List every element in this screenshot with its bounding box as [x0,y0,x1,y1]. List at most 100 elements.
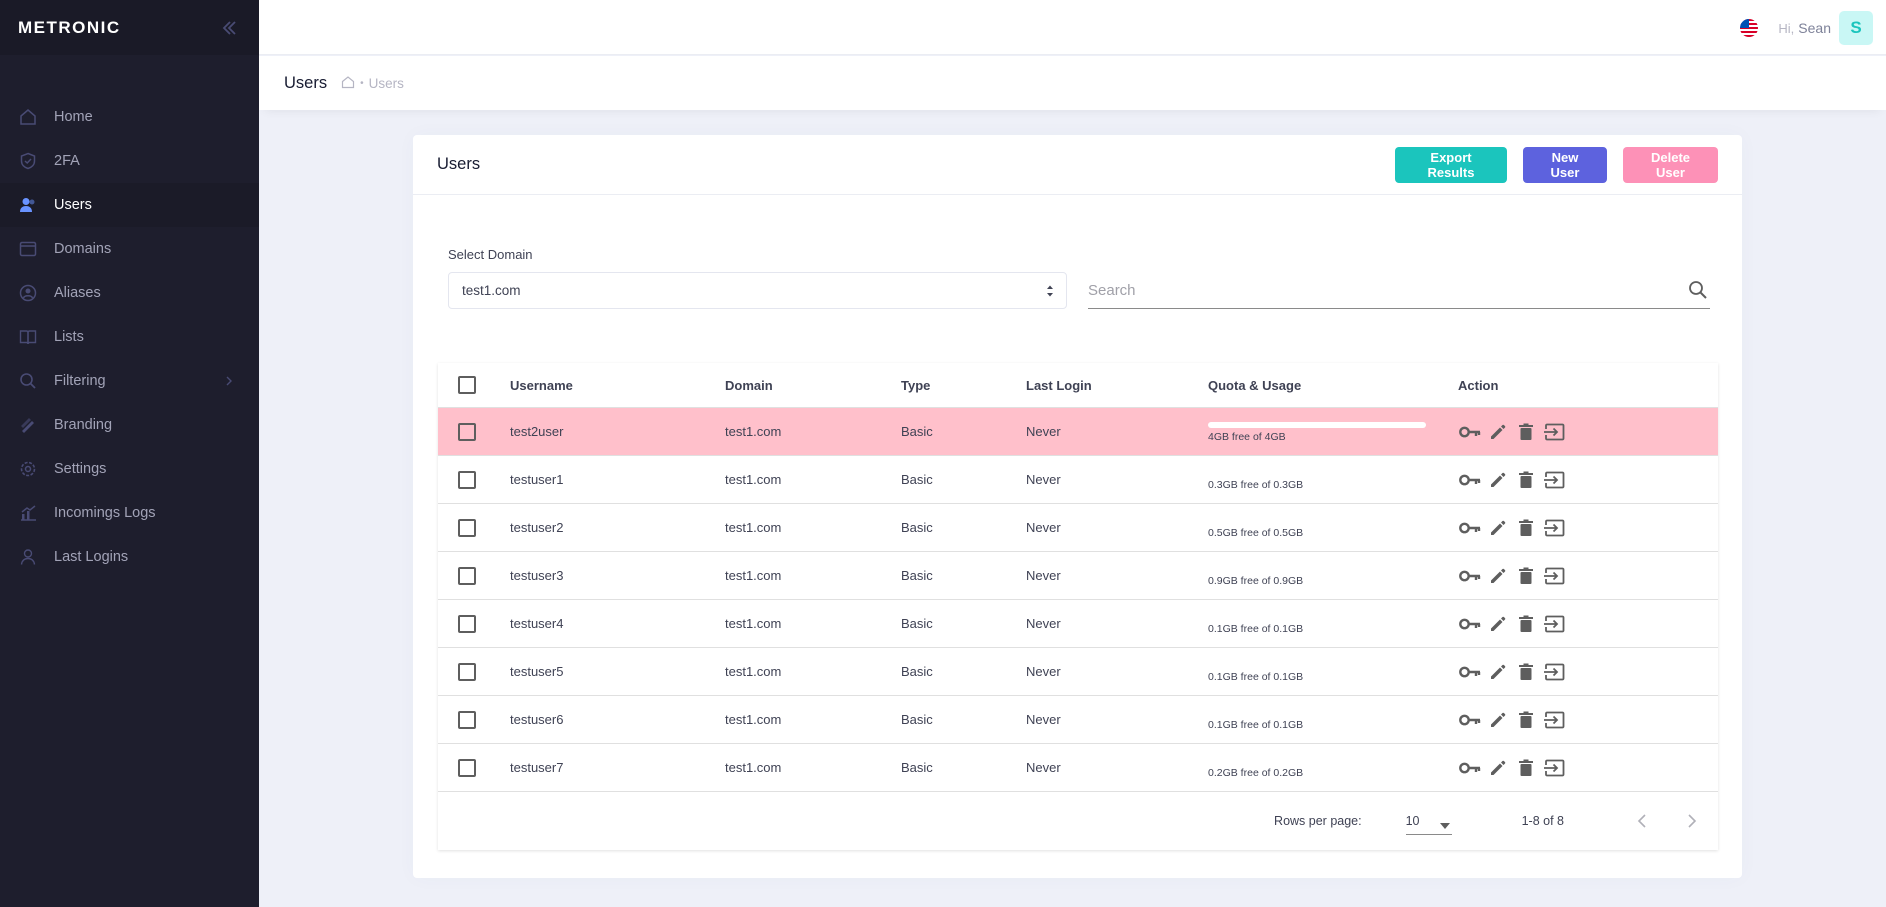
edit-icon[interactable] [1486,516,1510,540]
row-checkbox[interactable] [458,662,476,681]
move-domain-icon[interactable] [1542,564,1566,588]
sidebar-item-label: Branding [54,417,113,433]
move-domain-icon[interactable] [1542,612,1566,636]
table-row[interactable]: testuser3 test1.com Basic Never 0.9GB fr… [438,552,1718,600]
type-cell: Basic [901,568,933,583]
select-all-checkbox[interactable] [458,376,476,394]
row-checkbox[interactable] [458,758,476,777]
table-row[interactable]: testuser2 test1.com Basic Never 0.5GB fr… [438,504,1718,552]
rows-per-page-select[interactable]: 10 [1405,807,1452,835]
sidebar-item-users[interactable]: Users [0,183,259,227]
delete-icon[interactable] [1514,660,1538,684]
delete-icon[interactable] [1514,420,1538,444]
delete-icon[interactable] [1514,612,1538,636]
type-cell: Basic [901,712,933,727]
breadcrumb-home-icon[interactable] [341,75,355,92]
edit-icon[interactable] [1486,564,1510,588]
top-header: Hi, Sean S [259,0,1886,55]
table-row[interactable]: testuser4 test1.com Basic Never 0.1GB fr… [438,600,1718,648]
last-login-cell: Never [1026,664,1061,679]
table-row[interactable]: test2user test1.com Basic Never 4GB free… [438,408,1718,456]
move-domain-icon[interactable] [1542,516,1566,540]
table-row[interactable]: testuser1 test1.com Basic Never 0.3GB fr… [438,456,1718,504]
delete-icon[interactable] [1514,708,1538,732]
user-name[interactable]: Sean [1798,20,1831,36]
column-header-username[interactable]: Username [510,378,725,393]
edit-icon[interactable] [1486,708,1510,732]
key-icon[interactable] [1458,660,1482,684]
type-cell: Basic [901,472,933,487]
move-domain-icon[interactable] [1542,468,1566,492]
username-cell: testuser5 [510,664,564,679]
key-icon[interactable] [1458,420,1482,444]
sidebar-item-lists[interactable]: Lists [0,315,259,359]
quota-cell: 0.2GB free of 0.2GB [1208,756,1458,779]
new-user-button[interactable]: New User [1523,147,1607,183]
column-header-type[interactable]: Type [901,378,1026,393]
quota-progress-bar [1208,614,1426,620]
sidebar-item-last-logins[interactable]: Last Logins [0,535,259,579]
key-icon[interactable] [1458,564,1482,588]
window-icon [18,239,38,259]
row-checkbox[interactable] [458,710,476,729]
table-row[interactable]: testuser5 test1.com Basic Never 0.1GB fr… [438,648,1718,696]
edit-icon[interactable] [1486,612,1510,636]
domain-select-value: test1.com [462,283,521,298]
column-header-domain[interactable]: Domain [725,378,901,393]
sidebar-item-branding[interactable]: Branding [0,403,259,447]
sidebar-item-incomings-logs[interactable]: Incomings Logs [0,491,259,535]
chevron-right-icon [225,374,233,390]
last-login-cell: Never [1026,472,1061,487]
sidebar-item-label: Incomings Logs [54,505,156,521]
row-checkbox[interactable] [458,518,476,537]
key-icon[interactable] [1458,612,1482,636]
quota-text: 0.3GB free of 0.3GB [1208,479,1304,491]
key-icon[interactable] [1458,756,1482,780]
move-domain-icon[interactable] [1542,756,1566,780]
move-domain-icon[interactable] [1542,708,1566,732]
sidebar-item-2fa[interactable]: 2FA [0,139,259,183]
row-checkbox[interactable] [458,614,476,633]
edit-icon[interactable] [1486,660,1510,684]
row-checkbox[interactable] [458,566,476,585]
search-input[interactable] [1088,275,1668,305]
domain-select[interactable]: test1.com [448,272,1067,309]
row-checkbox[interactable] [458,470,476,489]
column-header-quota[interactable]: Quota & Usage [1208,378,1458,393]
breadcrumb-item-users[interactable]: Users [369,76,404,91]
delete-icon[interactable] [1514,756,1538,780]
next-page-icon[interactable] [1680,809,1704,833]
row-checkbox[interactable] [458,422,476,441]
delete-user-button[interactable]: Delete User [1623,147,1718,183]
edit-icon[interactable] [1486,420,1510,444]
sidebar-item-filtering[interactable]: Filtering [0,359,259,403]
brand-logo[interactable]: METRONIC [18,18,121,38]
key-icon[interactable] [1458,468,1482,492]
search-icon[interactable] [1688,280,1708,305]
edit-icon[interactable] [1486,468,1510,492]
domain-cell: test1.com [725,568,782,583]
delete-icon[interactable] [1514,516,1538,540]
collapse-sidebar-icon[interactable] [217,16,241,40]
sidebar-item-settings[interactable]: Settings [0,447,259,491]
search-icon [18,371,38,391]
brand-bar: METRONIC [0,0,259,55]
move-domain-icon[interactable] [1542,420,1566,444]
us-flag-icon[interactable] [1740,19,1759,37]
column-header-last-login[interactable]: Last Login [1026,378,1208,393]
delete-icon[interactable] [1514,468,1538,492]
sidebar-item-domains[interactable]: Domains [0,227,259,271]
edit-icon[interactable] [1486,756,1510,780]
sidebar-item-aliases[interactable]: Aliases [0,271,259,315]
username-cell: testuser3 [510,568,564,583]
table-row[interactable]: testuser7 test1.com Basic Never 0.2GB fr… [438,744,1718,792]
delete-icon[interactable] [1514,564,1538,588]
sidebar-item-home[interactable]: Home [0,95,259,139]
export-results-button[interactable]: Export Results [1395,147,1507,183]
key-icon[interactable] [1458,708,1482,732]
previous-page-icon[interactable] [1630,809,1654,833]
move-domain-icon[interactable] [1542,660,1566,684]
avatar[interactable]: S [1839,11,1873,45]
key-icon[interactable] [1458,516,1482,540]
table-row[interactable]: testuser6 test1.com Basic Never 0.1GB fr… [438,696,1718,744]
